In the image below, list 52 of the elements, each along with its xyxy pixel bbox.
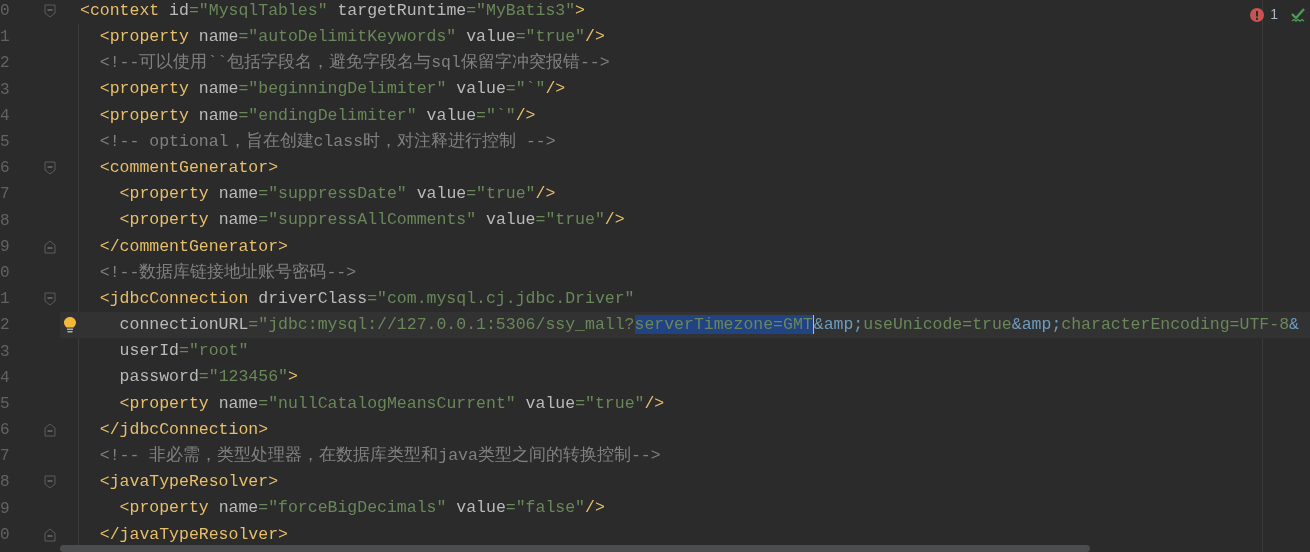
code-line: password="123456"> xyxy=(118,369,298,386)
code-line: connectionURL="jdbc:mysql://127.0.0.1:5306/ssy_mall?serverTimezone=GMT&amp;useUnicode=true&amp;characterEncoding=UTF-8& xyxy=(118,317,1299,334)
lightbulb-icon[interactable] xyxy=(63,316,77,335)
code-line: <javaTypeResolver> xyxy=(98,474,279,491)
line-number: 5 xyxy=(0,134,10,151)
code-line: </commentGenerator> xyxy=(98,238,288,256)
horizontal-scrollbar[interactable] xyxy=(60,545,1090,552)
line-number: 0 xyxy=(0,526,10,543)
code-line: <!-- optional，旨在创建class时，对注释进行控制 --> xyxy=(98,133,556,151)
line-number: 5 xyxy=(0,395,10,412)
code-line: <property name="suppressDate" value="true"/> xyxy=(118,186,556,203)
line-number: 2 xyxy=(0,317,10,334)
code-line: <property name="endingDelimiter" value="`"/> xyxy=(98,107,536,125)
fold-icon[interactable] xyxy=(44,527,56,542)
line-number: 7 xyxy=(0,186,10,203)
line-number: 8 xyxy=(0,474,10,491)
check-icon[interactable] xyxy=(1290,6,1306,23)
code-line: <property name="beginningDelimiter" value="`"/> xyxy=(98,81,566,98)
fold-icon[interactable] xyxy=(44,423,56,438)
line-number: 6 xyxy=(0,160,10,177)
line-number: 4 xyxy=(0,369,10,386)
code-line: <property name="nullCatalogMeansCurrent" value="true"/> xyxy=(118,395,665,413)
line-number: 7 xyxy=(0,448,10,465)
fold-icon[interactable] xyxy=(44,239,56,254)
line-number: 1 xyxy=(0,291,10,308)
line-number: 0 xyxy=(0,3,10,20)
code-line: <context id="MysqlTables" targetRuntime="MyBatis3"> xyxy=(80,2,585,20)
code-line: <property name="forceBigDecimals" value="false"/> xyxy=(118,500,605,517)
error-icon[interactable] xyxy=(1250,7,1265,22)
line-number: 8 xyxy=(0,212,10,229)
code-line: <jdbcConnection driverClass="com.mysql.cj.jdbc.Driver" xyxy=(98,290,635,308)
line-number: 2 xyxy=(0,55,10,72)
line-number: 4 xyxy=(0,107,10,124)
line-number: 9 xyxy=(0,500,10,517)
error-count[interactable]: 1 xyxy=(1270,4,1278,25)
line-number: 0 xyxy=(0,264,10,281)
line-number: 3 xyxy=(0,343,10,360)
code-line: <commentGenerator> xyxy=(98,159,279,177)
code-line: <property name="suppressAllComments" value="true"/> xyxy=(118,212,625,229)
line-number: 1 xyxy=(0,29,10,46)
code-line: <!--数据库链接地址账号密码--> xyxy=(98,264,357,282)
fold-icon[interactable] xyxy=(44,292,56,307)
fold-icon[interactable] xyxy=(44,4,56,19)
code-line: </jdbcConnection> xyxy=(98,421,269,439)
code-line: userId="root" xyxy=(118,343,249,360)
line-number: 9 xyxy=(0,238,10,255)
code-line: </javaTypeResolver> xyxy=(98,526,288,544)
fold-icon[interactable] xyxy=(44,161,56,176)
line-number: 6 xyxy=(0,422,10,439)
line-number: 3 xyxy=(0,81,10,98)
code-line: <property name="autoDelimitKeywords" value="true"/> xyxy=(98,29,605,46)
fold-icon[interactable] xyxy=(44,475,56,490)
